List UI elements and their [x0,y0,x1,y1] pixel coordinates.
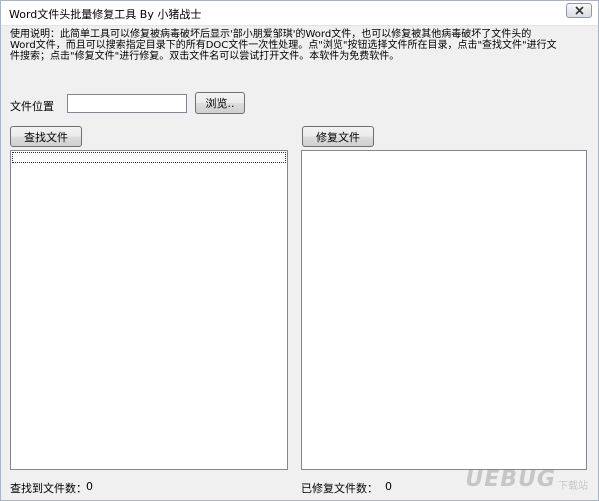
find-files-button[interactable]: 查找文件 [10,126,82,147]
description-line: 件搜索；点击"修复文件"进行修复。双击文件名可以尝试打开文件。本软件为免费软件。 [10,51,400,62]
repair-files-button[interactable]: 修复文件 [302,126,374,147]
found-count-value: 0 [86,480,93,493]
browse-button[interactable]: 浏览.. [195,92,245,114]
watermark-text: UEBUG [465,467,556,492]
file-location-input[interactable] [67,94,187,113]
app-window: Word文件头批量修复工具 By 小猪战士 使用说明：此简单工具可以修复被病毒破… [0,0,599,501]
found-count-label: 查找到文件数： [10,482,87,495]
usage-description: 使用说明：此简单工具可以修复被病毒破坏后显示'部小朋爱邹琪'的Word文件，也可… [10,29,594,62]
file-location-label: 文件位置 [10,100,54,113]
repaired-count-value: 0 [385,480,392,493]
watermark-subtext: 下载站 [558,481,588,492]
close-icon [574,6,584,15]
description-line: 使用说明：此简单工具可以修复被病毒破坏后显示'部小朋爱邹琪'的Word文件，也可… [10,29,532,40]
description-line: Word文件，而且可以搜索指定目录下的所有DOC文件一次性处理。点"浏览"按钮选… [10,40,557,51]
title-bar[interactable]: Word文件头批量修复工具 By 小猪战士 [1,1,598,26]
found-files-list[interactable] [10,150,288,470]
focus-rectangle [12,152,286,163]
watermark-logo: UEBUG 下载站 [465,467,588,492]
close-button[interactable] [566,3,592,18]
repaired-count-label: 已修复文件数： [301,482,378,495]
window-title: Word文件头批量修复工具 By 小猪战士 [9,8,202,21]
repaired-files-list[interactable] [301,150,587,470]
